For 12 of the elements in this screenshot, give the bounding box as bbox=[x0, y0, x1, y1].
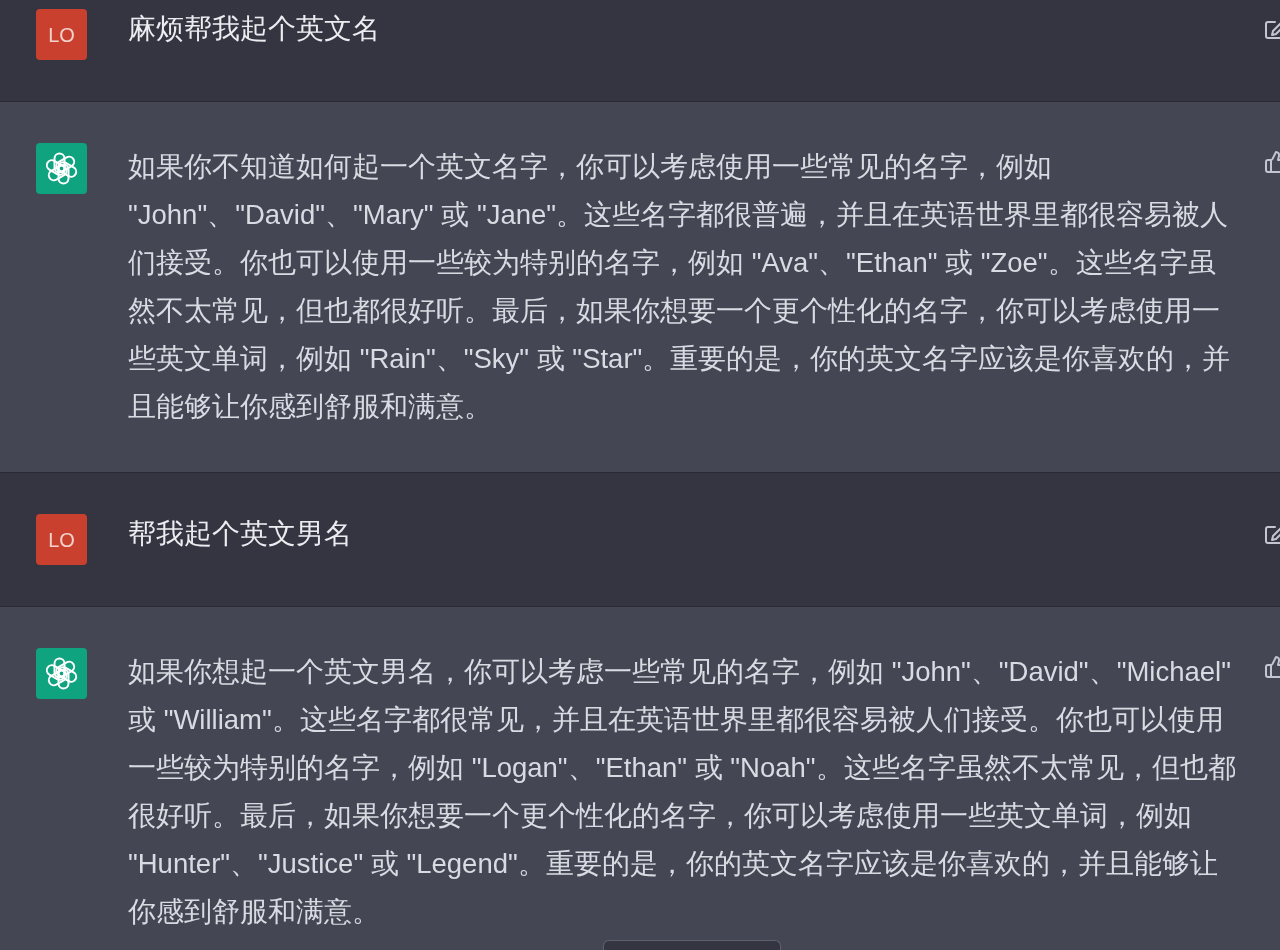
user-avatar: LO bbox=[36, 9, 87, 60]
user-avatar: LO bbox=[36, 514, 87, 565]
edit-icon[interactable] bbox=[1264, 18, 1280, 42]
thumbs-up-icon[interactable] bbox=[1264, 655, 1280, 679]
message-text: 如果你不知道如何起一个英文名字，你可以考虑使用一些常见的名字，例如 "John"、"David"、"Mary" 或 "Jane"。这些名字都很普遍，并且在英语世界里都很容易被人们接受。你也可以使用一些较为特别的名字，例如 "Ava"、"Ethan" 或 "Zoe"。这些名字虽然不太常见，但也都很好听。最后，如果你想要一个更个性化的名字，你可以考虑使用一些英文单词，例如 "Rain"、"Sky" 或 "Star"。重要的是，你的英文名字应该是你喜欢的，并且能够让你感到舒服和满意。 bbox=[128, 150, 1232, 424]
edit-icon[interactable] bbox=[1264, 523, 1280, 547]
logo-icon bbox=[36, 648, 87, 699]
message-text: 如果你想起一个英文男名，你可以考虑一些常见的名字，例如 "John"、"David"、"Michael" 或 "William"。这些名字都很常见，并且在英语世界里都很容易被人们接受。你也可以使用一些较为特别的名字，例如 "Logan"、"Ethan" 或 "Noah"。这些名字虽然不太常见，但也都很好听。最后，如果你想要一个更个性化的名字，你可以考虑使用一些英文单词，例如 "Hunter"、"Justice" 或 "Legend"。重要的是，你的英文名字应该是你喜欢的，并且能够让你感到舒服和满意。 bbox=[128, 655, 1237, 929]
logo-icon bbox=[36, 143, 87, 194]
message-text: 帮我起个英文男名 bbox=[128, 517, 353, 551]
message-text: 麻烦帮我起个英文名 bbox=[128, 12, 381, 46]
thumbs-up-icon[interactable] bbox=[1264, 150, 1280, 174]
